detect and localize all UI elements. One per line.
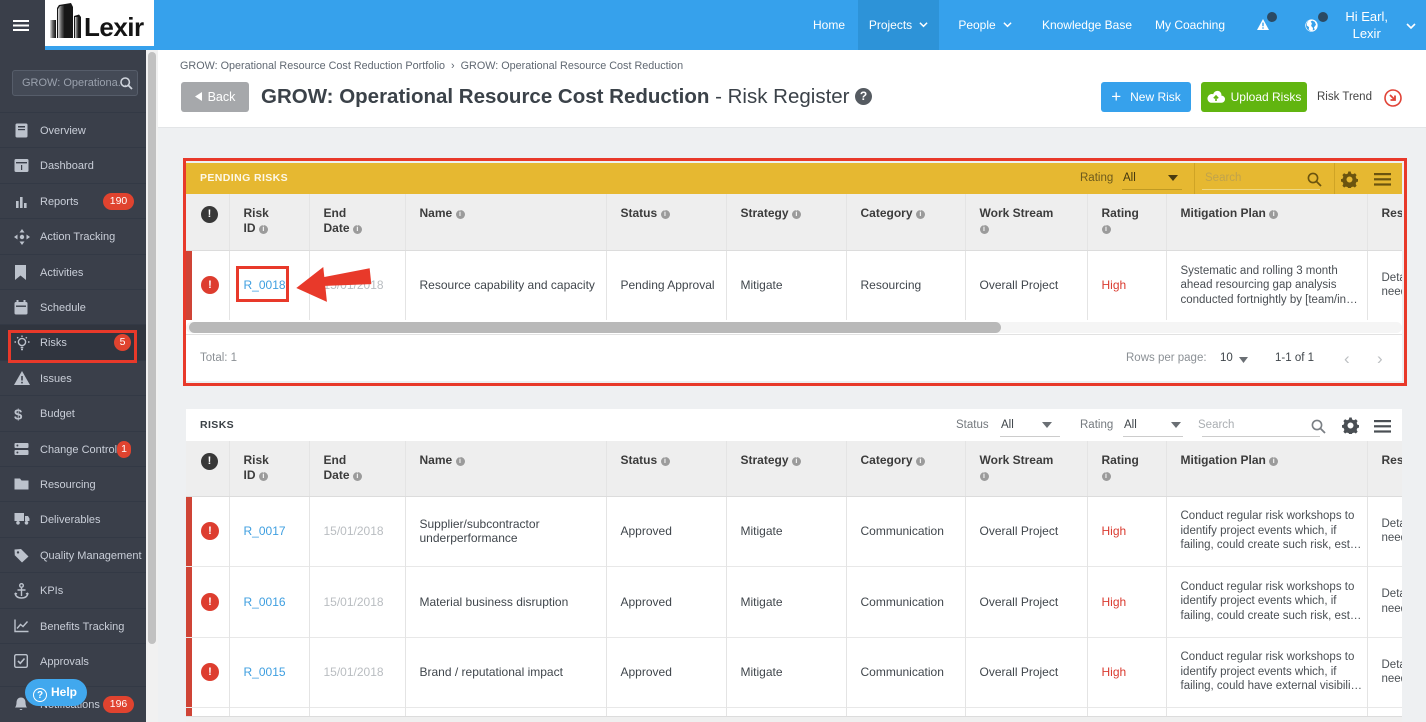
svg-text:$: $ (14, 407, 23, 423)
svg-text:Lexir: Lexir (84, 12, 144, 42)
